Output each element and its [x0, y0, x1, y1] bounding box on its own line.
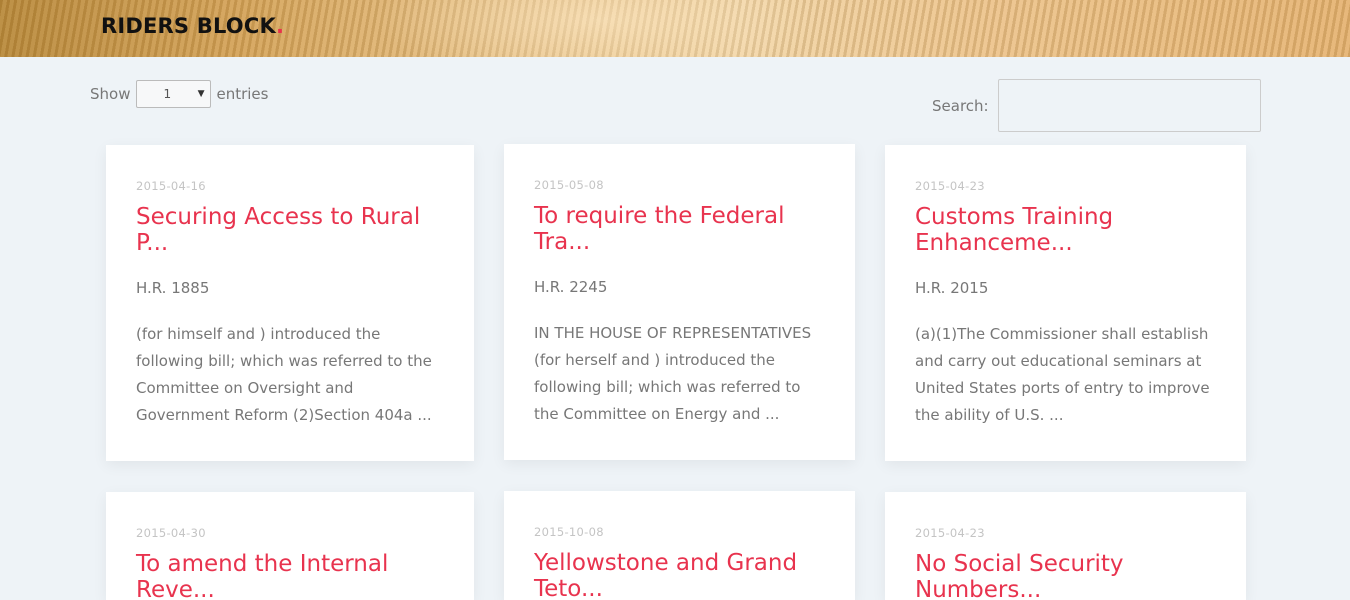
- card-excerpt: IN THE HOUSE OF REPRESENTATIVES (for her…: [534, 324, 812, 423]
- card-date: 2015-05-08: [534, 178, 604, 192]
- card-title-link[interactable]: Securing Access to Rural P...: [136, 204, 436, 256]
- card-date: 2015-10-08: [534, 525, 604, 539]
- entries-select-value: 1: [163, 87, 172, 101]
- card-excerpt: (a)(1)The Commissioner shall establish a…: [915, 325, 1210, 424]
- caret-down-icon: ▼: [197, 89, 205, 99]
- card-bill-number: H.R. 1885: [136, 279, 210, 297]
- card-date: 2015-04-16: [136, 179, 206, 193]
- card-excerpt: (for himself and ) introduced the follow…: [136, 325, 432, 424]
- entries-control: Show 1 ▼ entries: [90, 80, 268, 108]
- header-banner: RIDERS BLOCK.: [0, 0, 1350, 57]
- entries-select[interactable]: 1 ▼: [136, 80, 212, 108]
- site-logo[interactable]: RIDERS BLOCK.: [101, 14, 284, 38]
- bill-card[interactable]: 2015-10-08 Yellowstone and Grand Teto...: [504, 491, 855, 600]
- bill-card[interactable]: 2015-04-30 To amend the Internal Reve...: [106, 492, 474, 600]
- card-bill-number: H.R. 2015: [915, 279, 989, 297]
- card-date: 2015-04-23: [915, 526, 985, 540]
- bill-card[interactable]: 2015-04-16 Securing Access to Rural P...…: [106, 145, 474, 461]
- card-title-link[interactable]: To require the Federal Tra...: [534, 203, 834, 255]
- logo-dot: .: [275, 14, 285, 38]
- bill-card[interactable]: 2015-04-23 Customs Training Enhanceme...…: [885, 145, 1246, 461]
- search-input[interactable]: [997, 79, 1261, 132]
- card-title-link[interactable]: No Social Security Numbers...: [915, 551, 1215, 600]
- card-date: 2015-04-23: [915, 179, 985, 193]
- bill-card[interactable]: 2015-04-23 No Social Security Numbers...: [885, 492, 1246, 600]
- search-label: Search:: [932, 96, 989, 115]
- show-label: Show: [90, 85, 131, 103]
- entries-label: entries: [216, 85, 269, 103]
- card-title-link[interactable]: To amend the Internal Reve...: [136, 551, 436, 600]
- card-bill-number: H.R. 2245: [534, 278, 608, 296]
- card-title-link[interactable]: Yellowstone and Grand Teto...: [534, 550, 834, 600]
- bill-card[interactable]: 2015-05-08 To require the Federal Tra...…: [504, 144, 855, 460]
- card-title-link[interactable]: Customs Training Enhanceme...: [915, 204, 1215, 256]
- search-control: Search:: [932, 79, 1261, 132]
- card-date: 2015-04-30: [136, 526, 206, 540]
